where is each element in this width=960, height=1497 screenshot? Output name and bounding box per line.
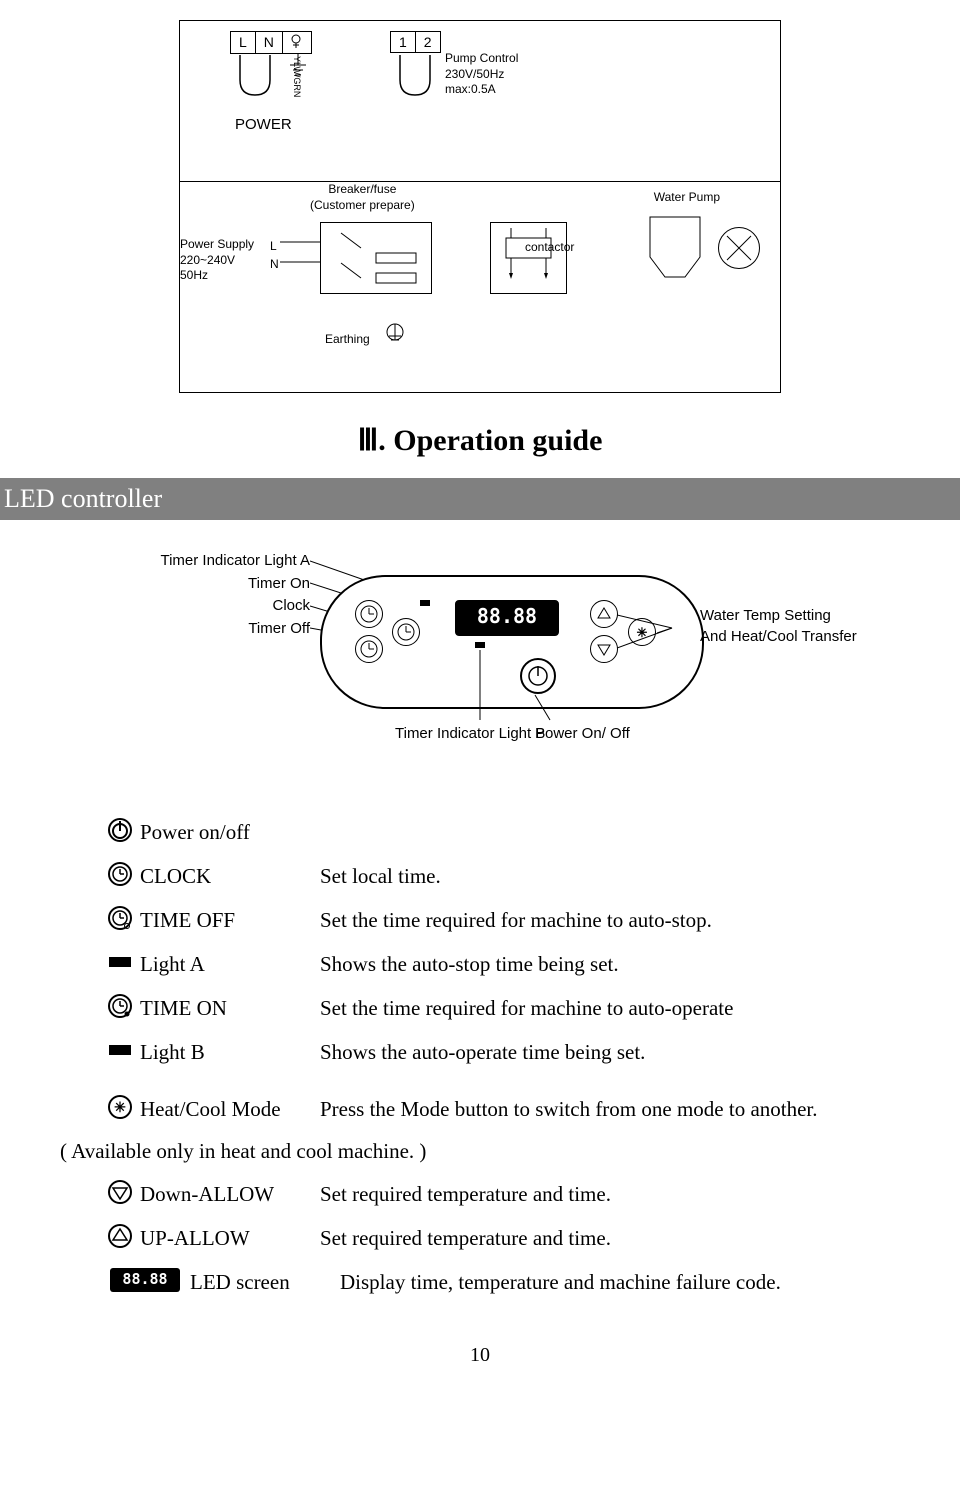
timeoff-desc: Set the time required for machine to aut…	[320, 898, 900, 942]
power-onoff-text: Power on/off	[140, 810, 900, 854]
row-heatcool: ✳ Heat/Cool Mode Press the Mode button t…	[100, 1087, 900, 1131]
contactor-box	[490, 222, 567, 294]
down-arrow-icon	[100, 1172, 140, 1212]
ln-small-label: L N	[270, 237, 279, 273]
svg-text:✳: ✳	[114, 1101, 126, 1116]
led-label-text: LED screen	[190, 1260, 340, 1304]
water-pump-shape	[640, 207, 710, 297]
terminal-ground	[283, 32, 311, 53]
led-controller-heading: LED controller	[0, 478, 960, 520]
power-label: POWER	[235, 116, 292, 133]
timeon-label-text: TIME ON	[140, 986, 320, 1030]
row-timeoff: TIME OFF Set the time required for machi…	[100, 898, 900, 942]
power-supply-label: Power Supply 220~240V 50Hz	[180, 237, 254, 284]
lightb-desc: Shows the auto-operate time being set.	[320, 1030, 900, 1074]
clock-label: Clock	[272, 597, 310, 614]
up-label-text: UP-ALLOW	[140, 1216, 320, 1260]
contactor-label: contactor	[525, 240, 574, 254]
bottom-pointer-lines	[475, 650, 555, 725]
right-pointer-lines	[617, 613, 682, 653]
row-lighta: Light A Shows the auto-stop time being s…	[100, 942, 900, 986]
terminal-1: 1	[391, 32, 416, 52]
timeoff-label-text: TIME OFF	[140, 898, 320, 942]
section-title: Ⅲ. Operation guide	[60, 423, 900, 458]
clock-button	[392, 618, 420, 646]
timeoff-icon	[100, 898, 140, 938]
heatcool-label-text: Heat/Cool Mode	[140, 1087, 320, 1131]
terminal-2: 2	[416, 32, 440, 52]
heatcool-desc: Press the Mode button to switch from one…	[320, 1087, 900, 1131]
row-power-onoff: Power on/off	[100, 810, 900, 854]
clock-desc: Set local time.	[320, 854, 900, 898]
timer-on-label: Timer On	[248, 575, 310, 592]
water-temp-label: Water Temp Setting	[700, 607, 831, 624]
terminal-n: N	[256, 32, 283, 53]
up-button	[590, 600, 618, 628]
page-number: 10	[60, 1344, 900, 1367]
ln-terminal-box: L N	[230, 31, 312, 54]
timer-off-label: Timer Off	[248, 620, 310, 637]
pump-control-label: Pump Control 230V/50Hz max:0.5A	[445, 51, 518, 98]
clock-icon	[100, 854, 140, 894]
pump-terminal-box: 1 2	[390, 31, 441, 53]
row-clock: CLOCK Set local time.	[100, 854, 900, 898]
pump-circle	[718, 227, 760, 269]
lighta-icon	[100, 942, 140, 982]
indicator-b	[475, 642, 485, 648]
ground-symbol-icon	[288, 53, 308, 83]
power-shape	[235, 55, 275, 110]
power-onoff-fig-label: Power On/ Off	[535, 725, 630, 742]
up-arrow-icon	[100, 1216, 140, 1256]
controller-left-labels: Timer Indicator Light A Timer On Clock T…	[120, 550, 310, 640]
down-label-text: Down-ALLOW	[140, 1172, 320, 1216]
indicator-a	[420, 600, 430, 606]
lcd-icon: 88.88	[100, 1260, 190, 1300]
breaker-box	[320, 222, 432, 294]
timer-ind-b-label: Timer Indicator Light B	[395, 725, 545, 742]
wire-ln	[280, 237, 320, 267]
pump-ctrl-shape	[395, 55, 435, 110]
row-lightb: Light B Shows the auto-operate time bein…	[100, 1030, 900, 1074]
row-down: Down-ALLOW Set required temperature and …	[100, 1172, 900, 1216]
lcd-display: 88.88	[455, 600, 559, 636]
timeon-icon	[100, 986, 140, 1026]
row-timeon: TIME ON Set the time required for machin…	[100, 986, 900, 1030]
row-led: 88.88 LED screen Display time, temperatu…	[100, 1260, 900, 1304]
breaker-label: Breaker/fuse (Customer prepare)	[310, 182, 415, 213]
description-list: Power on/off CLOCK Set local time. TIME …	[100, 810, 900, 1131]
lighta-desc: Shows the auto-stop time being set.	[320, 942, 900, 986]
timer-off-button	[355, 635, 383, 663]
lighta-label-text: Light A	[140, 942, 320, 986]
heatcool-note: ( Available only in heat and cool machin…	[60, 1139, 900, 1164]
controller-figure: Timer Indicator Light A Timer On Clock T…	[120, 550, 840, 770]
down-desc: Set required temperature and time.	[320, 1172, 900, 1216]
clock-label-text: CLOCK	[140, 854, 320, 898]
heatcool-icon: ✳	[100, 1087, 140, 1127]
down-button	[590, 635, 618, 663]
timeon-desc: Set the time required for machine to aut…	[320, 986, 900, 1030]
terminal-l: L	[231, 32, 256, 53]
power-icon	[100, 810, 140, 850]
timer-ind-a-label: Timer Indicator Light A	[160, 552, 310, 569]
earthing-label: Earthing	[325, 332, 370, 346]
row-up: UP-ALLOW Set required temperature and ti…	[100, 1216, 900, 1260]
water-pump-label: Water Pump	[654, 190, 720, 204]
up-desc: Set required temperature and time.	[320, 1216, 900, 1260]
heat-cool-transfer-label: And Heat/Cool Transfer	[700, 628, 857, 645]
lightb-label-text: Light B	[140, 1030, 320, 1074]
controller-right-labels: Water Temp Setting And Heat/Cool Transfe…	[700, 605, 870, 647]
description-list-2: Down-ALLOW Set required temperature and …	[100, 1172, 900, 1304]
lightb-icon	[100, 1030, 140, 1070]
timer-on-button	[355, 600, 383, 628]
earthing-icon	[380, 322, 410, 352]
wiring-diagram: L N YLW/GRN POWER 1 2	[179, 20, 781, 393]
led-desc: Display time, temperature and machine fa…	[340, 1260, 900, 1304]
